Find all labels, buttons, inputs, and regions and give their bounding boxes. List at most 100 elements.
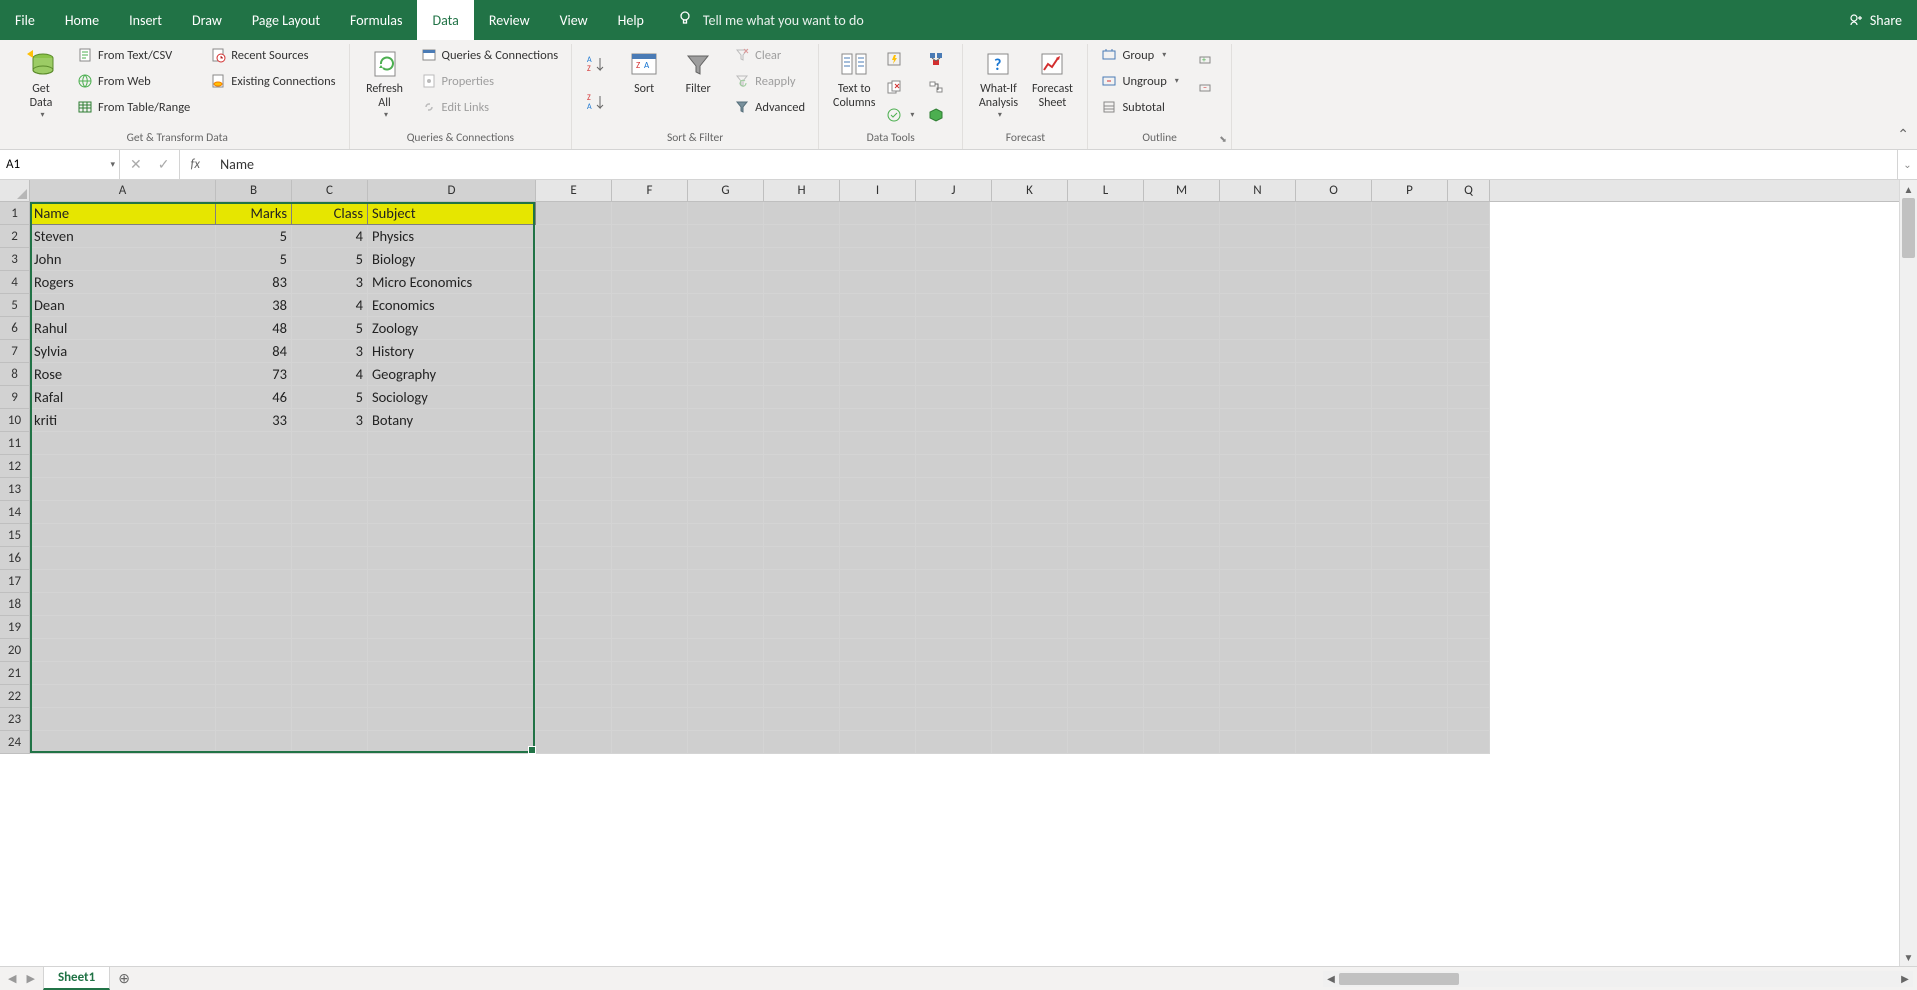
cell[interactable] (1220, 455, 1296, 478)
hide-detail-button[interactable]: − (1192, 76, 1223, 98)
cell[interactable] (1220, 593, 1296, 616)
cell[interactable]: 5 (216, 248, 292, 271)
from-web-button[interactable]: From Web (72, 70, 195, 92)
cell[interactable] (1296, 616, 1372, 639)
cell[interactable] (216, 501, 292, 524)
cell[interactable] (1448, 524, 1490, 547)
cell[interactable] (916, 271, 992, 294)
cell[interactable] (612, 570, 688, 593)
cell[interactable] (1220, 616, 1296, 639)
cell[interactable] (1372, 455, 1448, 478)
column-header[interactable]: D (368, 180, 536, 201)
cell[interactable]: Rose (30, 363, 216, 386)
cell[interactable]: Class (292, 202, 368, 225)
cell[interactable] (536, 478, 612, 501)
column-header[interactable]: Q (1448, 180, 1490, 201)
row-header[interactable]: 22 (0, 685, 30, 708)
cell[interactable] (1372, 547, 1448, 570)
cell[interactable] (916, 386, 992, 409)
cell[interactable] (612, 639, 688, 662)
column-header[interactable]: A (30, 180, 216, 201)
filter-button[interactable]: Filter (671, 44, 725, 100)
cell[interactable] (916, 708, 992, 731)
cell[interactable] (688, 409, 764, 432)
cell[interactable]: 4 (292, 225, 368, 248)
cancel-icon[interactable]: ✕ (130, 156, 142, 173)
cell[interactable] (612, 409, 688, 432)
cell[interactable] (216, 639, 292, 662)
cell[interactable] (30, 501, 216, 524)
cell[interactable]: Zoology (368, 317, 536, 340)
cell[interactable] (30, 639, 216, 662)
cell[interactable] (1144, 409, 1220, 432)
cell[interactable] (536, 731, 612, 754)
collapse-ribbon-button[interactable]: ⌃ (1897, 126, 1909, 143)
sort-button[interactable]: ZA Sort (617, 44, 671, 100)
reapply-button[interactable]: Reapply (729, 70, 810, 92)
cell[interactable]: Name (30, 202, 216, 225)
cell[interactable]: 46 (216, 386, 292, 409)
cell[interactable] (1296, 202, 1372, 225)
row-header[interactable]: 8 (0, 363, 30, 386)
cell[interactable] (1220, 432, 1296, 455)
cell[interactable] (1448, 547, 1490, 570)
cell[interactable]: Geography (368, 363, 536, 386)
cell[interactable] (1448, 202, 1490, 225)
row-header[interactable]: 23 (0, 708, 30, 731)
cell[interactable] (612, 363, 688, 386)
vertical-scrollbar[interactable]: ▲ ▼ (1899, 180, 1917, 966)
cell[interactable] (1296, 386, 1372, 409)
cell[interactable] (30, 685, 216, 708)
consolidate-button[interactable] (923, 48, 954, 70)
cell[interactable] (1448, 248, 1490, 271)
cell[interactable] (840, 593, 916, 616)
cell[interactable] (292, 455, 368, 478)
cell[interactable]: Botany (368, 409, 536, 432)
cell[interactable] (916, 547, 992, 570)
cell[interactable] (612, 501, 688, 524)
cell[interactable] (1068, 708, 1144, 731)
row-header[interactable]: 7 (0, 340, 30, 363)
cell[interactable] (1372, 409, 1448, 432)
cell[interactable] (840, 455, 916, 478)
cell[interactable] (1372, 202, 1448, 225)
scroll-down-icon[interactable]: ▼ (1900, 948, 1917, 966)
cell[interactable]: 38 (216, 294, 292, 317)
tab-data[interactable]: Data (417, 0, 473, 40)
cell[interactable] (1144, 202, 1220, 225)
cell[interactable] (292, 432, 368, 455)
cell[interactable] (1220, 639, 1296, 662)
cell[interactable] (1448, 478, 1490, 501)
cell[interactable] (1068, 478, 1144, 501)
cell[interactable] (1372, 639, 1448, 662)
column-header[interactable]: J (916, 180, 992, 201)
select-all-corner[interactable] (0, 180, 30, 202)
cell[interactable] (840, 524, 916, 547)
cell[interactable] (368, 501, 536, 524)
cell[interactable] (916, 248, 992, 271)
cell[interactable] (1296, 639, 1372, 662)
cell[interactable] (536, 570, 612, 593)
row-header[interactable]: 6 (0, 317, 30, 340)
cell[interactable] (916, 639, 992, 662)
cell[interactable] (30, 662, 216, 685)
cells-area[interactable]: NameMarksClassSubjectSteven54PhysicsJohn… (30, 202, 1490, 754)
row-header[interactable]: 5 (0, 294, 30, 317)
cell[interactable]: Subject (368, 202, 536, 225)
cell[interactable] (1448, 225, 1490, 248)
cell[interactable] (1220, 386, 1296, 409)
cell[interactable] (612, 731, 688, 754)
cell[interactable] (916, 662, 992, 685)
cell[interactable] (612, 225, 688, 248)
cell[interactable] (292, 524, 368, 547)
cell[interactable] (916, 501, 992, 524)
cell[interactable]: Biology (368, 248, 536, 271)
cell[interactable] (30, 524, 216, 547)
cell[interactable] (536, 202, 612, 225)
cell[interactable] (1144, 685, 1220, 708)
column-header[interactable]: H (764, 180, 840, 201)
cell[interactable] (1144, 639, 1220, 662)
cell[interactable] (764, 685, 840, 708)
cell[interactable] (30, 708, 216, 731)
tab-file[interactable]: File (0, 0, 50, 40)
